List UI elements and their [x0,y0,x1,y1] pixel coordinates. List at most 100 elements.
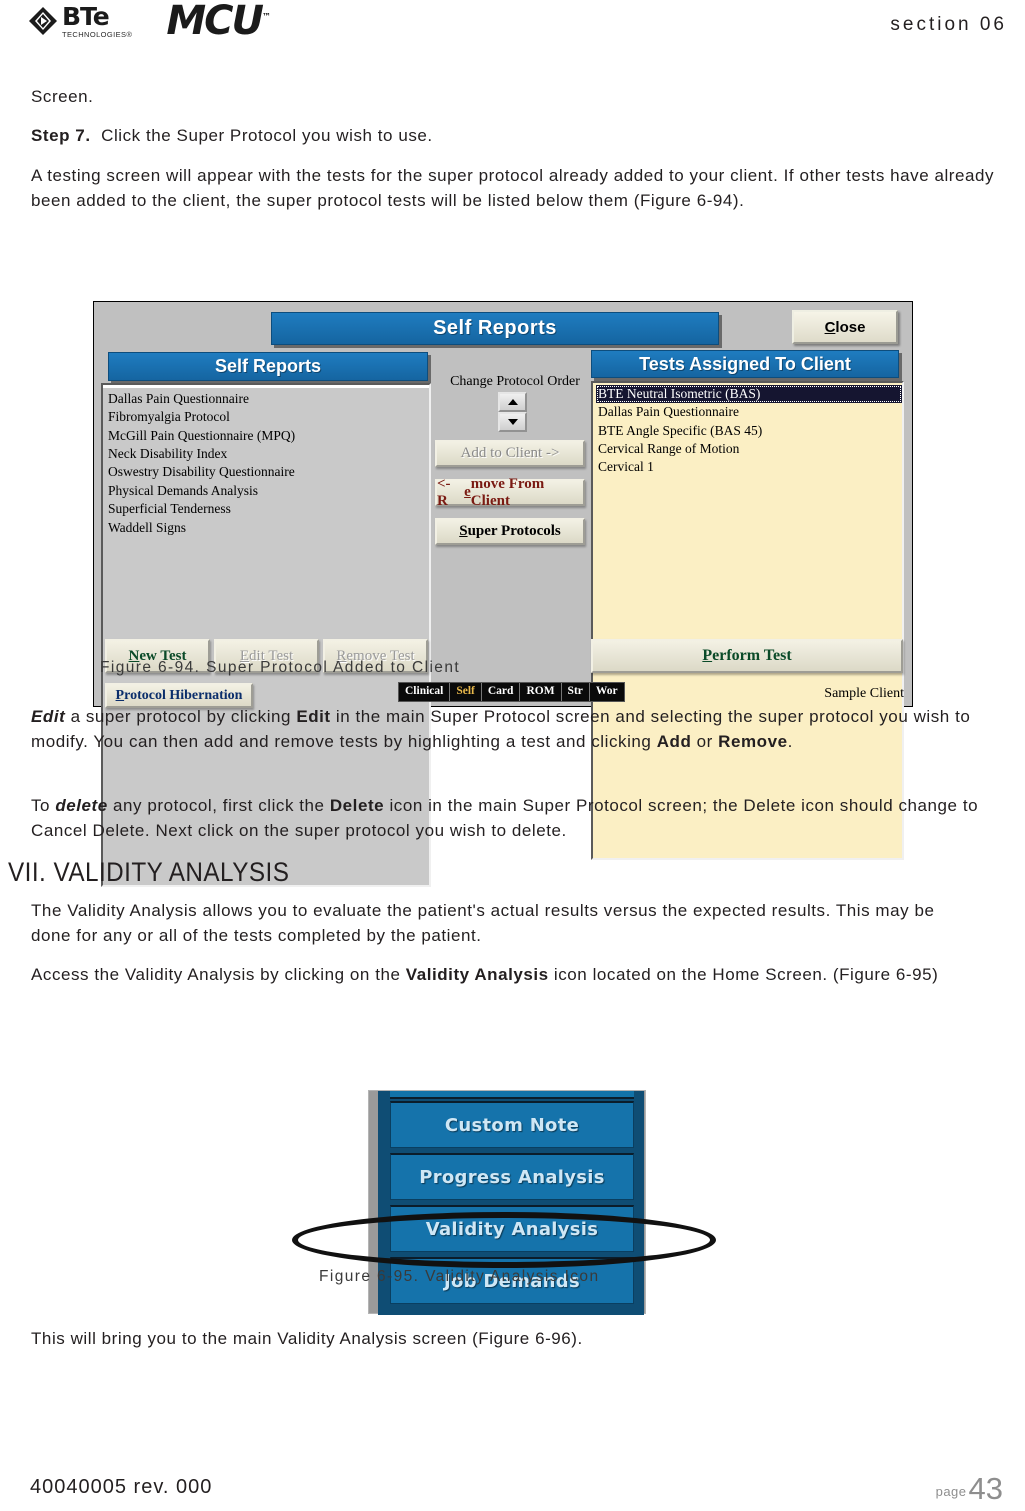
icon-stack-partial-top-button [390,1091,634,1099]
right-panel-header: Tests Assigned To Client [591,350,899,378]
tab-rom[interactable]: ROM [520,683,562,701]
paragraph-access-text: Access the Validity Analysis by clicking… [31,963,971,988]
validity-analysis-strong: Validity Analysis [405,965,549,984]
delete-strong: Delete [329,796,385,815]
chevron-up-icon [507,399,518,405]
access-seg-3: icon located on the Home Screen. (Figure… [548,965,939,984]
perform-test-label: erform Test [712,647,792,664]
paragraph-bring-you-text: This will bring you to the main Validity… [31,1329,583,1348]
perform-test-button[interactable]: Perform Test [591,639,903,673]
super-protocols-label: uper Protocols [467,523,561,539]
figure-6-95-caption: Figure 6-95. Validity Analysis Icon [319,1268,600,1285]
tab-clinical[interactable]: Clinical [399,683,451,701]
footer-page-word: page [935,1484,967,1499]
paragraph-delete-text: To delete any protocol, first click the … [31,794,998,843]
paragraph-edit: Edit a super protocol by clicking Edit i… [31,705,998,773]
page-header: BTe TECHNOLOGIES® MCU™ section 06 [0,0,1025,52]
list-item[interactable]: Neck Disability Index [106,445,429,463]
perform-test-accel: P [702,647,713,664]
bte-tagline: TECHNOLOGIES® [62,30,133,39]
list-item[interactable]: Dallas Pain Questionnaire [106,390,429,408]
edit-seg-6: or [691,731,719,751]
paragraph-bring-you: This will bring you to the main Validity… [31,1327,971,1371]
add-to-client-button[interactable]: Add to Client -> [435,440,585,467]
edit-seg-8: . [787,731,793,751]
list-item[interactable]: Cervical 1 [596,458,902,476]
remove-from-client-label: move From Client [470,475,545,509]
paragraph-screen-text: Screen. [31,87,94,106]
brand-logos: BTe TECHNOLOGIES® MCU™ [28,1,271,42]
remove-strong: Remove [718,731,788,751]
remove-from-client-button[interactable]: <- R e move From Client [435,476,585,509]
assigned-tests-listbox[interactable]: BTE Neutral Isometric (BAS) Dallas Pain … [591,381,904,860]
super-protocols-button[interactable]: Super Protocols [435,518,585,545]
figure-6-94-caption: Figure 6-94. Super Protocol Added to Cli… [100,659,461,676]
protocol-hibernation-accel: P [115,687,125,703]
protocol-order-spinner[interactable] [498,392,527,432]
self-reports-title-bar: Self Reports [271,312,719,345]
mcu-text: MCU [166,0,264,44]
chevron-down-icon [507,419,518,425]
footer-document-number: 40040005 rev. 000 [30,1476,213,1498]
tab-str[interactable]: Str [561,683,590,701]
self-reports-list: Dallas Pain Questionnaire Fibromyalgia P… [103,388,429,537]
close-button-accel: C [824,318,836,336]
footer-page-indicator: page 43 [935,1471,1003,1507]
page-section-heading: VII. VALIDITY ANALYSIS [8,857,290,887]
list-item[interactable]: McGill Pain Questionnaire (MPQ) [106,427,429,445]
mcu-trademark-icon: ™ [261,12,271,23]
paragraph-testing-screen-text: A testing screen will appear with the te… [31,166,995,210]
client-name-status: Sample Client [824,686,904,701]
validity-analysis-button[interactable]: Validity Analysis [390,1205,634,1252]
step7-body: Click the Super Protocol you wish to use… [101,126,433,145]
footer-page-number: 43 [968,1471,1003,1507]
paragraph-step7-text: Step 7. Click the Super Protocol you wis… [31,124,998,149]
super-protocols-accel: S [459,523,468,539]
delete-seg-1: To [31,796,56,815]
paragraph-step7: Step 7. Click the Super Protocol you wis… [31,124,998,168]
edit-seg-2: a super protocol by clicking [65,707,297,726]
list-item[interactable]: Fibromyalgia Protocol [106,408,429,426]
list-item[interactable]: BTE Angle Specific (BAS 45) [596,422,902,440]
tab-self[interactable]: Self [450,683,482,701]
bte-logo: BTe TECHNOLOGIES® [28,4,132,39]
paragraph-screen: Screen. [31,85,998,129]
list-item[interactable]: Waddell Signs [106,519,429,537]
delete-emph: delete [55,796,108,815]
left-panel-header: Self Reports [108,352,428,381]
step7-label: Step 7. [31,126,91,145]
add-strong: Add [656,731,692,751]
bte-diamond-icon [28,6,58,36]
list-item[interactable]: Superficial Tenderness [106,500,429,518]
list-item[interactable]: Oswestry Disability Questionnaire [106,463,429,481]
close-button[interactable]: Close [792,310,898,344]
spinner-down-button[interactable] [498,412,527,432]
section-label: section 06 [890,14,1007,35]
paragraph-delete: To delete any protocol, first click the … [31,794,998,862]
progress-analysis-button[interactable]: Progress Analysis [390,1153,634,1200]
paragraph-testing-screen: A testing screen will appear with the te… [31,164,998,232]
remove-from-client-prefix: <- R [437,475,451,509]
list-item[interactable]: Physical Demands Analysis [106,482,429,500]
tab-card[interactable]: Card [481,683,521,701]
paragraph-access: Access the Validity Analysis by clicking… [31,963,971,1007]
delete-seg-3: any protocol, first click the [107,796,330,815]
category-tabstrip[interactable]: Clinical Self Card ROM Str Wor [398,682,625,702]
close-button-label: lose [835,318,866,336]
edit-strong: Edit [296,707,331,726]
spinner-up-button[interactable] [498,392,527,412]
access-seg-1: Access the Validity Analysis by clicking… [31,965,406,984]
tab-wor[interactable]: Wor [589,683,624,701]
bte-name: BTe [62,2,110,31]
list-item[interactable]: BTE Neutral Isometric (BAS) [596,385,902,404]
figure-6-94-screenshot: Self Reports Close Self Reports Tests As… [93,301,913,887]
paragraph-validity-intro: The Validity Analysis allows you to eval… [31,899,971,967]
change-protocol-order-label: Change Protocol Order [450,374,580,389]
assigned-tests-list: BTE Neutral Isometric (BAS) Dallas Pain … [593,383,902,477]
paragraph-edit-text: Edit a super protocol by clicking Edit i… [31,705,998,754]
edit-emph: Edit [31,707,66,726]
list-item[interactable]: Dallas Pain Questionnaire [596,403,902,421]
mcu-wordmark: MCU™ [166,1,271,41]
list-item[interactable]: Cervical Range of Motion [596,440,902,458]
custom-note-button[interactable]: Custom Note [390,1101,634,1148]
